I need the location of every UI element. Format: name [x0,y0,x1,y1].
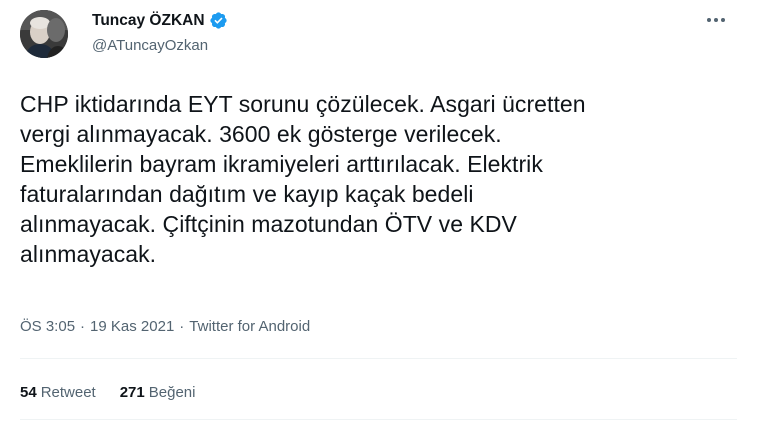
tweet-metadata: ÖS 3:05 · 19 Kas 2021 · Twitter for Andr… [20,318,310,335]
likes-stat[interactable]: 271 Beğeni [120,384,196,401]
likes-label: Beğeni [148,384,196,401]
author-handle[interactable]: @ATuncayOzkan [92,37,208,54]
retweets-label: Retweet [40,384,96,401]
tweet-time[interactable]: ÖS 3:05 [20,318,75,335]
meta-separator: · [179,318,185,335]
meta-separator: · [80,318,86,335]
author-name-row[interactable]: Tuncay ÖZKAN [92,11,228,30]
author-avatar[interactable] [20,10,68,58]
tweet-source[interactable]: Twitter for Android [189,318,310,335]
tweet-text: CHP iktidarında EYT sorunu çözülecek. As… [20,91,586,267]
retweets-stat[interactable]: 54 Retweet [20,384,96,401]
verified-badge-icon [209,11,228,30]
tweet-date[interactable]: 19 Kas 2021 [90,318,174,335]
divider [20,419,737,420]
likes-count: 271 [119,384,145,401]
more-options-button[interactable] [701,10,731,30]
retweets-count: 54 [20,384,37,401]
author-display-name[interactable]: Tuncay ÖZKAN [92,12,205,30]
profile-photo-icon [20,10,68,58]
tweet-card: Tuncay ÖZKAN @ATuncayOzkan CHP iktidarın… [0,0,757,429]
divider [20,358,737,359]
more-options-icon [707,18,725,22]
tweet-stats: 54 Retweet 271 Beğeni [20,384,219,401]
